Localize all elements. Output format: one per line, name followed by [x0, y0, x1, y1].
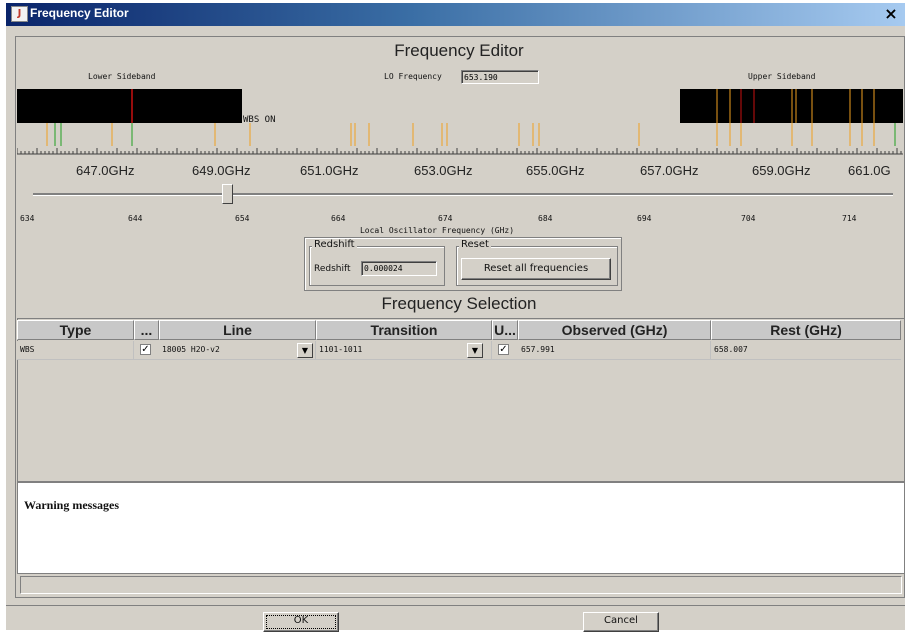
lo-slider-tick-label: 634	[20, 214, 35, 223]
column-header-checkbox[interactable]: ...	[134, 320, 159, 340]
cell-observed[interactable]: 657.991	[518, 341, 711, 359]
lo-slider-tick-label: 704	[741, 214, 756, 223]
cell-transition[interactable]: 1101-1011	[316, 341, 492, 359]
lo-slider-tick-label: 674	[438, 214, 453, 223]
lower-sideband-band	[17, 89, 242, 123]
transition-dropdown-icon[interactable]: ▼	[467, 343, 483, 358]
lo-slider-axis-label: Local Oscillator Frequency (GHz)	[359, 226, 515, 235]
frequency-selection-heading: Frequency Selection	[381, 294, 537, 313]
frequency-tick-label: 655.0GHz	[526, 163, 585, 178]
column-header-line[interactable]: Line	[159, 320, 316, 340]
footer-divider	[6, 605, 905, 606]
close-button[interactable]: ×	[880, 5, 902, 23]
lo-slider-tick-label: 644	[128, 214, 143, 223]
frequency-tick-label: 659.0GHz	[752, 163, 811, 178]
lo-frequency-field[interactable]: 653.190	[461, 70, 539, 84]
cell-type: WBS	[17, 341, 134, 359]
line-dropdown-icon[interactable]: ▼	[297, 343, 313, 358]
lo-slider-tick-label: 694	[637, 214, 652, 223]
ok-button[interactable]: OK	[263, 612, 339, 632]
redshift-group-label: Redshift	[312, 239, 357, 250]
used-checkbox[interactable]: ✓	[498, 344, 509, 355]
frequency-tick-label: 651.0GHz	[300, 163, 359, 178]
editor-heading: Frequency Editor	[394, 41, 524, 60]
column-header-used[interactable]: U...	[492, 320, 518, 340]
reset-group-label: Reset	[459, 239, 491, 250]
frequency-tick-label: 653.0GHz	[414, 163, 473, 178]
frequency-tick-label: 649.0GHz	[192, 163, 251, 178]
column-header-type[interactable]: Type	[17, 320, 134, 340]
frequency-tick-label: 647.0GHz	[76, 163, 135, 178]
window-title: Frequency Editor	[30, 6, 129, 20]
column-header-transition[interactable]: Transition	[316, 320, 492, 340]
redshift-field-label: Redshift	[314, 264, 351, 274]
lo-slider-tick-label: 654	[235, 214, 250, 223]
redshift-field[interactable]: 0.000024	[361, 261, 437, 276]
cell-line[interactable]: 18005 H2O-v2	[159, 341, 316, 359]
frequency-tick-label: 657.0GHz	[640, 163, 699, 178]
lo-slider-tick-label: 714	[842, 214, 857, 223]
java-icon: J	[11, 6, 28, 22]
cell-rest: 658.007	[714, 345, 748, 354]
lo-slider-tick-label: 664	[331, 214, 346, 223]
frequency-tick-label: 661.0G	[848, 163, 891, 178]
column-header-observed[interactable]: Observed (GHz)	[518, 320, 711, 340]
status-bar	[20, 576, 902, 594]
lo-slider-track[interactable]	[33, 193, 893, 196]
lo-frequency-label: LO Frequency	[384, 72, 442, 81]
row-checkbox[interactable]: ✓	[140, 344, 151, 355]
lo-slider-thumb[interactable]	[222, 184, 233, 204]
warning-area	[17, 482, 905, 574]
wbs-on-label: WBS ON	[243, 115, 276, 125]
upper-sideband-label: Upper Sideband	[748, 72, 816, 81]
cancel-button[interactable]: Cancel	[583, 612, 659, 632]
lower-sideband-label: Lower Sideband	[88, 72, 156, 81]
title-bar[interactable]	[6, 3, 905, 26]
spectrum-display	[17, 89, 903, 155]
warning-title: Warning messages	[24, 498, 120, 512]
column-header-rest[interactable]: Rest (GHz)	[711, 320, 901, 340]
lo-slider-tick-label: 684	[538, 214, 553, 223]
reset-all-frequencies-button[interactable]: Reset all frequencies	[461, 258, 611, 280]
